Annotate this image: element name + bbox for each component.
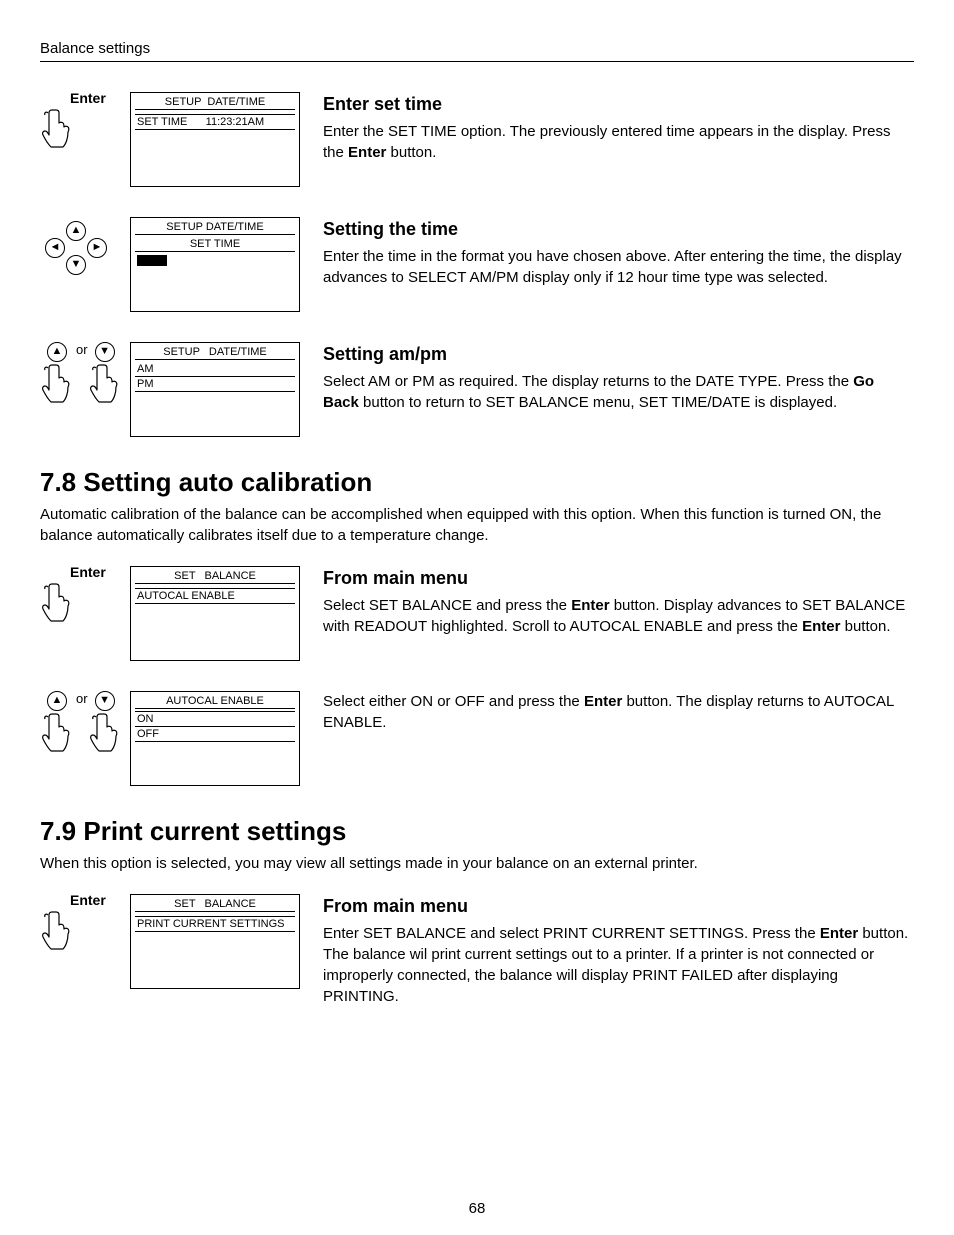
body-text: button. xyxy=(840,618,890,635)
hand-press-icon xyxy=(40,909,74,953)
lcd-title: SETUP DATE/TIME xyxy=(135,95,295,110)
lcd-screen: SETUP DATE/TIME AM PM xyxy=(130,342,300,437)
step-enter-set-time: Enter SETUP DATE/TIME SET TIME 11:23:21A… xyxy=(40,92,914,187)
lcd-line: PRINT CURRENT SETTINGS xyxy=(135,917,295,931)
hand-press-icon xyxy=(40,711,74,755)
lcd-screen: SETUP DATE/TIME SET TIME xyxy=(130,217,300,312)
section-intro: Automatic calibration of the balance can… xyxy=(40,504,914,546)
step-78b: ▲ or ▼ AUTOCAL ENABLE ON OFF Select xyxy=(40,691,914,786)
step-setting-ampm: ▲ or ▼ SETUP DATE/TIME AM PM Setting am/… xyxy=(40,342,914,437)
section-title-78: 7.8 Setting auto calibration xyxy=(40,467,914,498)
lcd-screen: SET BALANCE AUTOCAL ENABLE xyxy=(130,566,300,661)
down-arrow-icon: ▼ xyxy=(66,255,86,275)
enter-label: Enter xyxy=(70,90,106,107)
lcd-line: SET TIME 11:23:21AM xyxy=(135,115,295,129)
body-bold: Enter xyxy=(820,925,858,942)
lcd-line: ON xyxy=(135,712,295,726)
lcd-title: AUTOCAL ENABLE xyxy=(135,694,295,709)
body-text: Select either ON or OFF and press the xyxy=(323,693,584,710)
cursor-block-icon xyxy=(137,255,167,266)
down-arrow-icon: ▼ xyxy=(95,342,115,362)
lcd-screen: SET BALANCE PRINT CURRENT SETTINGS xyxy=(130,894,300,989)
body-text: Enter the time in the format you have ch… xyxy=(323,248,902,286)
enter-label: Enter xyxy=(70,564,106,581)
body-text: button. xyxy=(386,144,436,161)
step-heading: From main menu xyxy=(323,566,914,591)
lcd-subtitle: SET TIME xyxy=(135,237,295,252)
body-text: button to return to SET BALANCE menu, SE… xyxy=(359,394,837,411)
step-78a: Enter SET BALANCE AUTOCAL ENABLE From ma… xyxy=(40,566,914,661)
left-arrow-icon: ◄ xyxy=(45,238,65,258)
or-label: or xyxy=(76,691,88,707)
lcd-line: PM xyxy=(135,377,295,391)
hand-press-icon xyxy=(40,581,74,625)
body-text: Select SET BALANCE and press the xyxy=(323,597,571,614)
up-arrow-icon: ▲ xyxy=(66,221,86,241)
body-bold: Enter xyxy=(348,144,386,161)
lcd-line: AM xyxy=(135,362,295,376)
step-heading: Enter set time xyxy=(323,92,914,117)
lcd-line: OFF xyxy=(135,727,295,741)
down-arrow-icon: ▼ xyxy=(95,691,115,711)
body-bold: Enter xyxy=(802,618,840,635)
or-label: or xyxy=(76,342,88,358)
section-intro: When this option is selected, you may vi… xyxy=(40,853,914,874)
body-bold: Enter xyxy=(571,597,609,614)
step-heading: Setting the time xyxy=(323,217,914,242)
step-heading: Setting am/pm xyxy=(323,342,914,367)
lcd-title: SETUP DATE/TIME xyxy=(135,345,295,360)
hand-press-icon xyxy=(88,362,122,406)
step-79: Enter SET BALANCE PRINT CURRENT SETTINGS… xyxy=(40,894,914,1007)
lcd-title: SETUP DATE/TIME xyxy=(135,220,295,235)
right-arrow-icon: ► xyxy=(87,238,107,258)
page-number: 68 xyxy=(0,1200,954,1217)
body-text: Enter SET BALANCE and select PRINT CURRE… xyxy=(323,925,820,942)
step-setting-time: ▲ ▼ ◄ ► SETUP DATE/TIME SET TIME Setting… xyxy=(40,217,914,312)
hand-press-icon xyxy=(40,107,74,151)
page-header: Balance settings xyxy=(40,40,914,62)
up-arrow-icon: ▲ xyxy=(47,691,67,711)
body-text: Select AM or PM as required. The display… xyxy=(323,373,853,390)
lcd-title: SET BALANCE xyxy=(135,897,295,912)
lcd-line: AUTOCAL ENABLE xyxy=(135,589,295,603)
hand-press-icon xyxy=(40,362,74,406)
step-heading: From main menu xyxy=(323,894,914,919)
hand-press-icon xyxy=(88,711,122,755)
up-arrow-icon: ▲ xyxy=(47,342,67,362)
lcd-screen: SETUP DATE/TIME SET TIME 11:23:21AM xyxy=(130,92,300,187)
enter-label: Enter xyxy=(70,892,106,909)
lcd-title: SET BALANCE xyxy=(135,569,295,584)
lcd-screen: AUTOCAL ENABLE ON OFF xyxy=(130,691,300,786)
section-title-79: 7.9 Print current settings xyxy=(40,816,914,847)
body-bold: Enter xyxy=(584,693,622,710)
dpad-icon: ▲ ▼ ◄ ► xyxy=(40,221,110,281)
lcd-line xyxy=(135,254,295,270)
